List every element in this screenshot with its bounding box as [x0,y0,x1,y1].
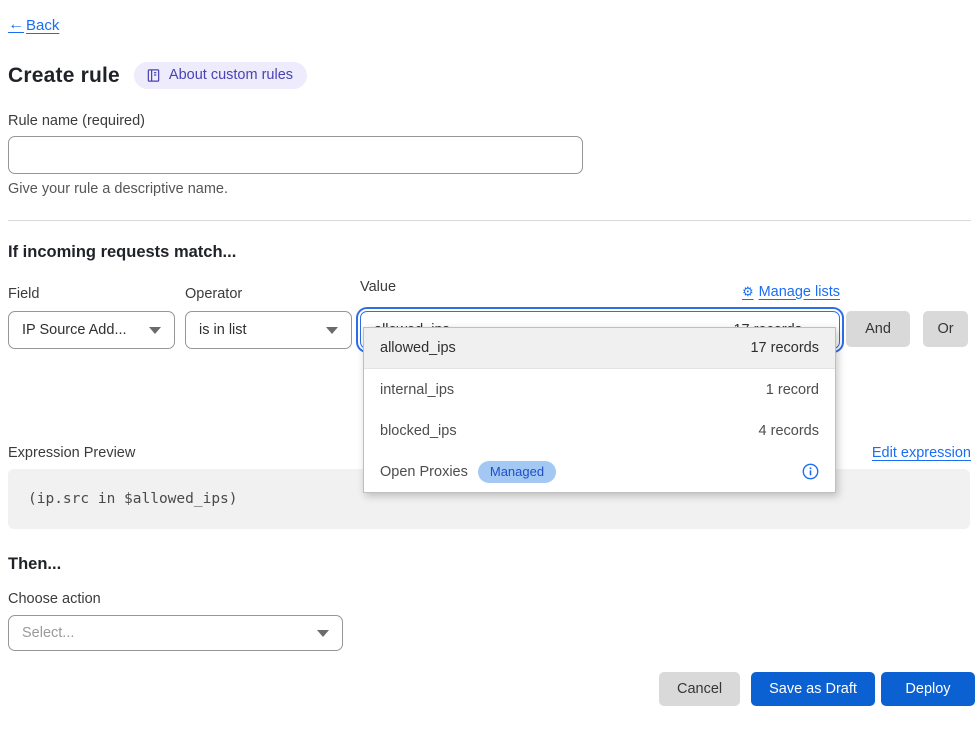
chevron-down-icon [149,327,161,334]
about-custom-rules-link[interactable]: About custom rules [134,62,307,89]
create-rule-page: ←Back Create rule About custom rules Rul… [0,0,979,706]
edit-expression-link[interactable]: Edit expression [872,445,971,461]
list-name: Open Proxies [380,464,468,480]
list-name: blocked_ips [380,423,457,439]
operator-select-value: is in list [199,322,247,338]
field-column: Field IP Source Add... [8,286,175,349]
choose-action-label: Choose action [8,591,971,607]
expression-preview-label: Expression Preview [8,445,135,461]
list-name: allowed_ips [380,340,456,356]
operator-select[interactable]: is in list [185,311,352,349]
value-dropdown-panel: allowed_ips 17 records internal_ips 1 re… [363,327,836,493]
value-label-row: Value ⚙ Manage lists [360,279,840,304]
value-column: Value ⚙Manage lists allowed_ips 17 recor… [360,279,840,349]
manage-lists-label: Manage lists [759,284,840,300]
list-meta: 4 records [759,423,819,439]
cancel-button[interactable]: Cancel [659,672,740,706]
dropdown-item-open-proxies[interactable]: Open Proxies Managed [364,451,835,492]
field-label: Field [8,286,175,302]
title-row: Create rule About custom rules [8,62,971,89]
dropdown-item-blocked-ips[interactable]: blocked_ips 4 records [364,410,835,451]
operator-column: Operator is in list [185,286,352,349]
action-select[interactable]: Select... [8,615,343,651]
condition-row: Field IP Source Add... Operator is in li… [8,279,971,349]
back-link[interactable]: ←Back [8,16,59,34]
chevron-down-icon [317,630,329,637]
expression-code: (ip.src in $allowed_ips) [28,491,238,507]
dropdown-item-allowed-ips[interactable]: allowed_ips 17 records [364,328,835,369]
gear-icon: ⚙ [742,284,754,300]
back-arrow-icon: ← [8,16,24,34]
chevron-down-icon [326,327,338,334]
operator-label: Operator [185,286,352,302]
and-button[interactable]: And [846,311,910,347]
save-as-draft-button[interactable]: Save as Draft [751,672,875,706]
about-pill-label: About custom rules [169,67,293,83]
dropdown-item-internal-ips[interactable]: internal_ips 1 record [364,369,835,410]
deploy-button[interactable]: Deploy [881,672,975,706]
managed-badge: Managed [478,461,556,483]
value-label: Value [360,279,396,295]
manage-lists-link[interactable]: ⚙ Manage lists [742,284,840,300]
then-section-heading: Then... [8,555,971,574]
footer-actions: Cancel Save as Draft Deploy [8,672,975,706]
book-icon [146,68,161,83]
info-icon[interactable] [802,463,819,480]
page-title: Create rule [8,64,120,88]
field-select[interactable]: IP Source Add... [8,311,175,349]
field-select-value: IP Source Add... [22,322,127,338]
list-meta: 17 records [750,340,819,356]
match-section-heading: If incoming requests match... [8,243,971,262]
list-meta: 1 record [766,382,819,398]
section-divider [8,220,971,221]
list-name: internal_ips [380,382,454,398]
rule-name-helper: Give your rule a descriptive name. [8,181,971,197]
action-select-placeholder: Select... [22,625,74,641]
back-link-label: Back [26,17,59,34]
rule-name-input[interactable] [8,136,583,174]
or-button[interactable]: Or [923,311,968,347]
rule-name-label: Rule name (required) [8,113,971,129]
